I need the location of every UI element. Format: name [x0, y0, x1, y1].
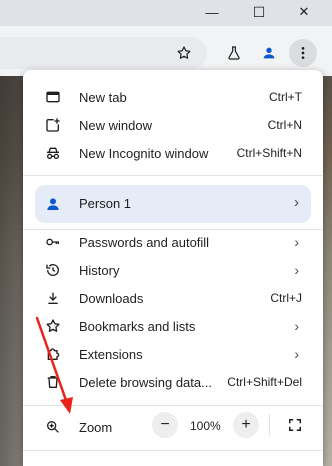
zoom-level: 100%	[190, 419, 221, 433]
chevron-right-icon: ›	[294, 234, 299, 250]
zoom-in-button[interactable]: +	[233, 412, 259, 438]
menu-divider	[23, 405, 323, 406]
menu-item-shortcut: Ctrl+Shift+N	[236, 146, 302, 160]
key-icon	[45, 234, 61, 250]
download-icon	[45, 290, 61, 306]
vertical-dots-icon	[301, 47, 305, 59]
title-bar: — ☐ ✕	[0, 0, 332, 26]
zoom-out-button[interactable]: −	[152, 412, 178, 438]
close-button[interactable]: ✕	[282, 0, 326, 24]
maximize-icon: ☐	[252, 3, 266, 20]
zoom-label: Zoom	[79, 419, 113, 435]
chrome-menu-button[interactable]	[289, 39, 317, 67]
chevron-right-icon: ›	[294, 318, 299, 334]
menu-item-label: Delete browsing data...	[79, 374, 212, 390]
bookmark-star-button[interactable]	[170, 39, 198, 67]
menu-divider	[23, 175, 323, 176]
menu-item-downloads[interactable]: Downloads Ctrl+J	[23, 284, 323, 312]
plus-icon: +	[241, 416, 251, 433]
menu-item-label: Downloads	[79, 290, 144, 306]
menu-item-shortcut: Ctrl+J	[270, 291, 302, 305]
menu-item-new-window[interactable]: New window Ctrl+N	[23, 111, 323, 139]
chevron-right-icon: ›	[294, 194, 299, 211]
fullscreen-icon	[289, 419, 301, 431]
zoom-separator	[269, 414, 270, 436]
menu-item-label: New window	[79, 117, 152, 133]
menu-item-profile[interactable]: Person 1 ›	[35, 185, 311, 223]
profile-name: Person 1	[79, 196, 132, 211]
chrome-menu: New tab Ctrl+T New window Ctrl+N New Inc…	[23, 70, 323, 466]
menu-item-label: New Incognito window	[79, 145, 209, 161]
menu-item-label: Extensions	[79, 346, 143, 362]
star-outline-icon	[177, 46, 191, 59]
menu-item-delete-browsing-data[interactable]: Delete browsing data... Ctrl+Shift+Del	[23, 368, 323, 396]
menu-divider	[23, 450, 323, 451]
profile-button[interactable]	[255, 39, 283, 67]
menu-item-shortcut: Ctrl+N	[267, 118, 302, 132]
menu-item-new-incognito-window[interactable]: New Incognito window Ctrl+Shift+N	[23, 139, 323, 167]
menu-item-label: New tab	[79, 89, 127, 105]
incognito-icon	[45, 145, 61, 161]
person-icon	[45, 196, 61, 212]
menu-item-extensions[interactable]: Extensions ›	[23, 340, 323, 368]
menu-item-label: Bookmarks and lists	[79, 318, 196, 334]
fullscreen-button[interactable]	[282, 412, 308, 438]
flask-icon	[228, 46, 240, 60]
zoom-icon	[45, 419, 61, 435]
menu-item-shortcut: Ctrl+T	[269, 90, 302, 104]
trash-icon	[45, 374, 61, 390]
new-window-icon	[45, 117, 61, 133]
menu-item-new-tab[interactable]: New tab Ctrl+T	[23, 83, 323, 111]
close-icon: ✕	[298, 4, 310, 19]
menu-item-history[interactable]: History ›	[23, 256, 323, 284]
chevron-right-icon: ›	[294, 262, 299, 278]
new-tab-icon	[45, 89, 61, 105]
minimize-button[interactable]: —	[190, 0, 234, 24]
menu-item-bookmarks-and-lists[interactable]: Bookmarks and lists ›	[23, 312, 323, 340]
labs-button[interactable]	[220, 39, 248, 67]
puzzle-icon	[45, 346, 61, 362]
menu-item-label: History	[79, 262, 120, 278]
minus-icon: −	[160, 416, 170, 433]
history-icon	[45, 262, 61, 278]
menu-item-passwords-and-autofill[interactable]: Passwords and autofill ›	[23, 228, 323, 256]
star-icon	[45, 318, 61, 334]
minimize-icon: —	[205, 4, 219, 20]
browser-toolbar	[0, 26, 332, 76]
maximize-button[interactable]: ☐	[237, 0, 281, 24]
chevron-right-icon: ›	[294, 346, 299, 362]
menu-item-label: Passwords and autofill	[79, 234, 210, 250]
menu-item-shortcut: Ctrl+Shift+Del	[227, 375, 302, 389]
person-icon	[263, 47, 275, 59]
